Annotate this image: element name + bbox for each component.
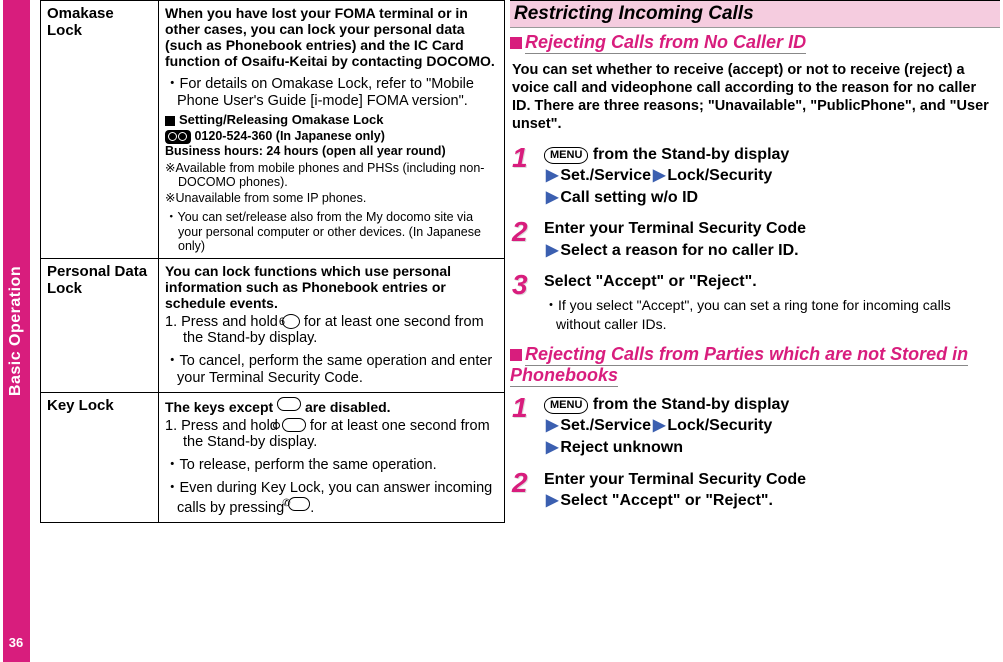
table-row: Omakase Lock When you have lost your FOM… xyxy=(41,1,505,259)
triangle-icon: ▶ xyxy=(546,187,558,209)
table-row: Personal Data Lock You can lock function… xyxy=(41,259,505,393)
phone-icon xyxy=(165,130,191,144)
note-list: ※Available from mobile phones and PHSs (… xyxy=(165,160,498,253)
step-number: 3 xyxy=(512,271,544,333)
bullet-list: ・To cancel, perform the same operation a… xyxy=(165,349,498,386)
row-label: Omakase Lock xyxy=(41,1,159,259)
triangle-icon: ▶ xyxy=(546,165,558,187)
list-item: 1. Press and hold 6 for at least one sec… xyxy=(165,314,498,346)
triangle-icon: ▶ xyxy=(546,490,558,512)
list-item: ・You can set/release also from the My do… xyxy=(165,206,498,253)
step: 2 Enter your Terminal Security Code ▶Sel… xyxy=(512,469,998,512)
row-lead: The keys except are disabled. xyxy=(165,397,498,415)
triangle-icon: ▶ xyxy=(653,415,665,437)
step: 2 Enter your Terminal Security Code ▶Sel… xyxy=(512,218,998,261)
row-lead: When you have lost your FOMA terminal or… xyxy=(165,5,498,69)
row-label: Key Lock xyxy=(41,393,159,523)
list-item: ※Available from mobile phones and PHSs (… xyxy=(165,160,498,189)
step: 3 Select "Accept" or "Reject". ・If you s… xyxy=(512,271,998,333)
list-item: ・To cancel, perform the same operation a… xyxy=(165,349,498,386)
triangle-icon: ▶ xyxy=(546,437,558,459)
step: 1 MENU from the Stand-by display ▶Set./S… xyxy=(512,144,998,209)
table-row: Key Lock The keys except are disabled. 1… xyxy=(41,393,505,523)
step-number: 2 xyxy=(512,218,544,261)
square-icon xyxy=(510,349,522,361)
step-body: MENU from the Stand-by display ▶Set./Ser… xyxy=(544,144,998,209)
step-sub: ・If you select "Accept", you can set a r… xyxy=(544,296,998,334)
step-number: 1 xyxy=(512,394,544,459)
key-call-icon xyxy=(288,497,310,511)
list-item: ・For details on Omakase Lock, refer to "… xyxy=(165,72,498,109)
list-item: ※Unavailable from some IP phones. xyxy=(165,190,498,205)
right-column: Restricting Incoming Calls Rejecting Cal… xyxy=(510,0,1000,522)
sub-heading: Setting/Releasing Omakase Lock xyxy=(165,112,498,127)
sidebar-tab: Basic Operation xyxy=(3,0,30,662)
key-power-icon xyxy=(277,397,301,411)
step-number: 1 xyxy=(512,144,544,209)
key-menu-icon: MENU xyxy=(544,397,588,414)
step-number: 2 xyxy=(512,469,544,512)
hours-line: Business hours: 24 hours (open all year … xyxy=(165,144,498,158)
subsection-heading: Rejecting Calls from No Caller ID xyxy=(510,32,1000,53)
sidebar-label: Basic Operation xyxy=(8,266,26,396)
triangle-icon: ▶ xyxy=(546,415,558,437)
list-item: ・To release, perform the same operation. xyxy=(165,453,498,474)
bullet-list: ・For details on Omakase Lock, refer to "… xyxy=(165,72,498,109)
step: 1 MENU from the Stand-by display ▶Set./S… xyxy=(512,394,998,459)
step-body: Enter your Terminal Security Code ▶Selec… xyxy=(544,469,998,512)
list-item: ・Even during Key Lock, you can answer in… xyxy=(165,476,498,516)
key-6-icon: 6 xyxy=(282,314,300,329)
step-body: MENU from the Stand-by display ▶Set./Ser… xyxy=(544,394,998,459)
bullet-list: ・To release, perform the same operation.… xyxy=(165,453,498,516)
triangle-icon: ▶ xyxy=(546,240,558,262)
section-title: Restricting Incoming Calls xyxy=(510,0,1000,28)
phone-line: 0120-524-360 (In Japanese only) xyxy=(165,129,498,144)
left-column: Omakase Lock When you have lost your FOM… xyxy=(40,0,505,523)
list-item: 1. Press and hold for at least one secon… xyxy=(165,418,498,450)
row-content: When you have lost your FOMA terminal or… xyxy=(159,1,505,259)
row-content: You can lock functions which use persona… xyxy=(159,259,505,393)
subsection-heading: Rejecting Calls from Parties which are n… xyxy=(510,344,1000,386)
page-number: 36 xyxy=(5,635,27,650)
key-center-icon xyxy=(282,418,306,432)
ordered-list: 1. Press and hold 6 for at least one sec… xyxy=(165,314,498,346)
row-content: The keys except are disabled. 1. Press a… xyxy=(159,393,505,523)
intro-text: You can set whether to receive (accept) … xyxy=(512,61,998,134)
feature-table: Omakase Lock When you have lost your FOM… xyxy=(40,0,505,523)
row-lead: You can lock functions which use persona… xyxy=(165,263,498,311)
triangle-icon: ▶ xyxy=(653,165,665,187)
square-icon xyxy=(165,116,175,126)
step-body: Enter your Terminal Security Code ▶Selec… xyxy=(544,218,998,261)
key-menu-icon: MENU xyxy=(544,147,588,164)
row-label: Personal Data Lock xyxy=(41,259,159,393)
square-icon xyxy=(510,37,522,49)
step-body: Select "Accept" or "Reject". ・If you sel… xyxy=(544,271,998,333)
ordered-list: 1. Press and hold for at least one secon… xyxy=(165,418,498,450)
